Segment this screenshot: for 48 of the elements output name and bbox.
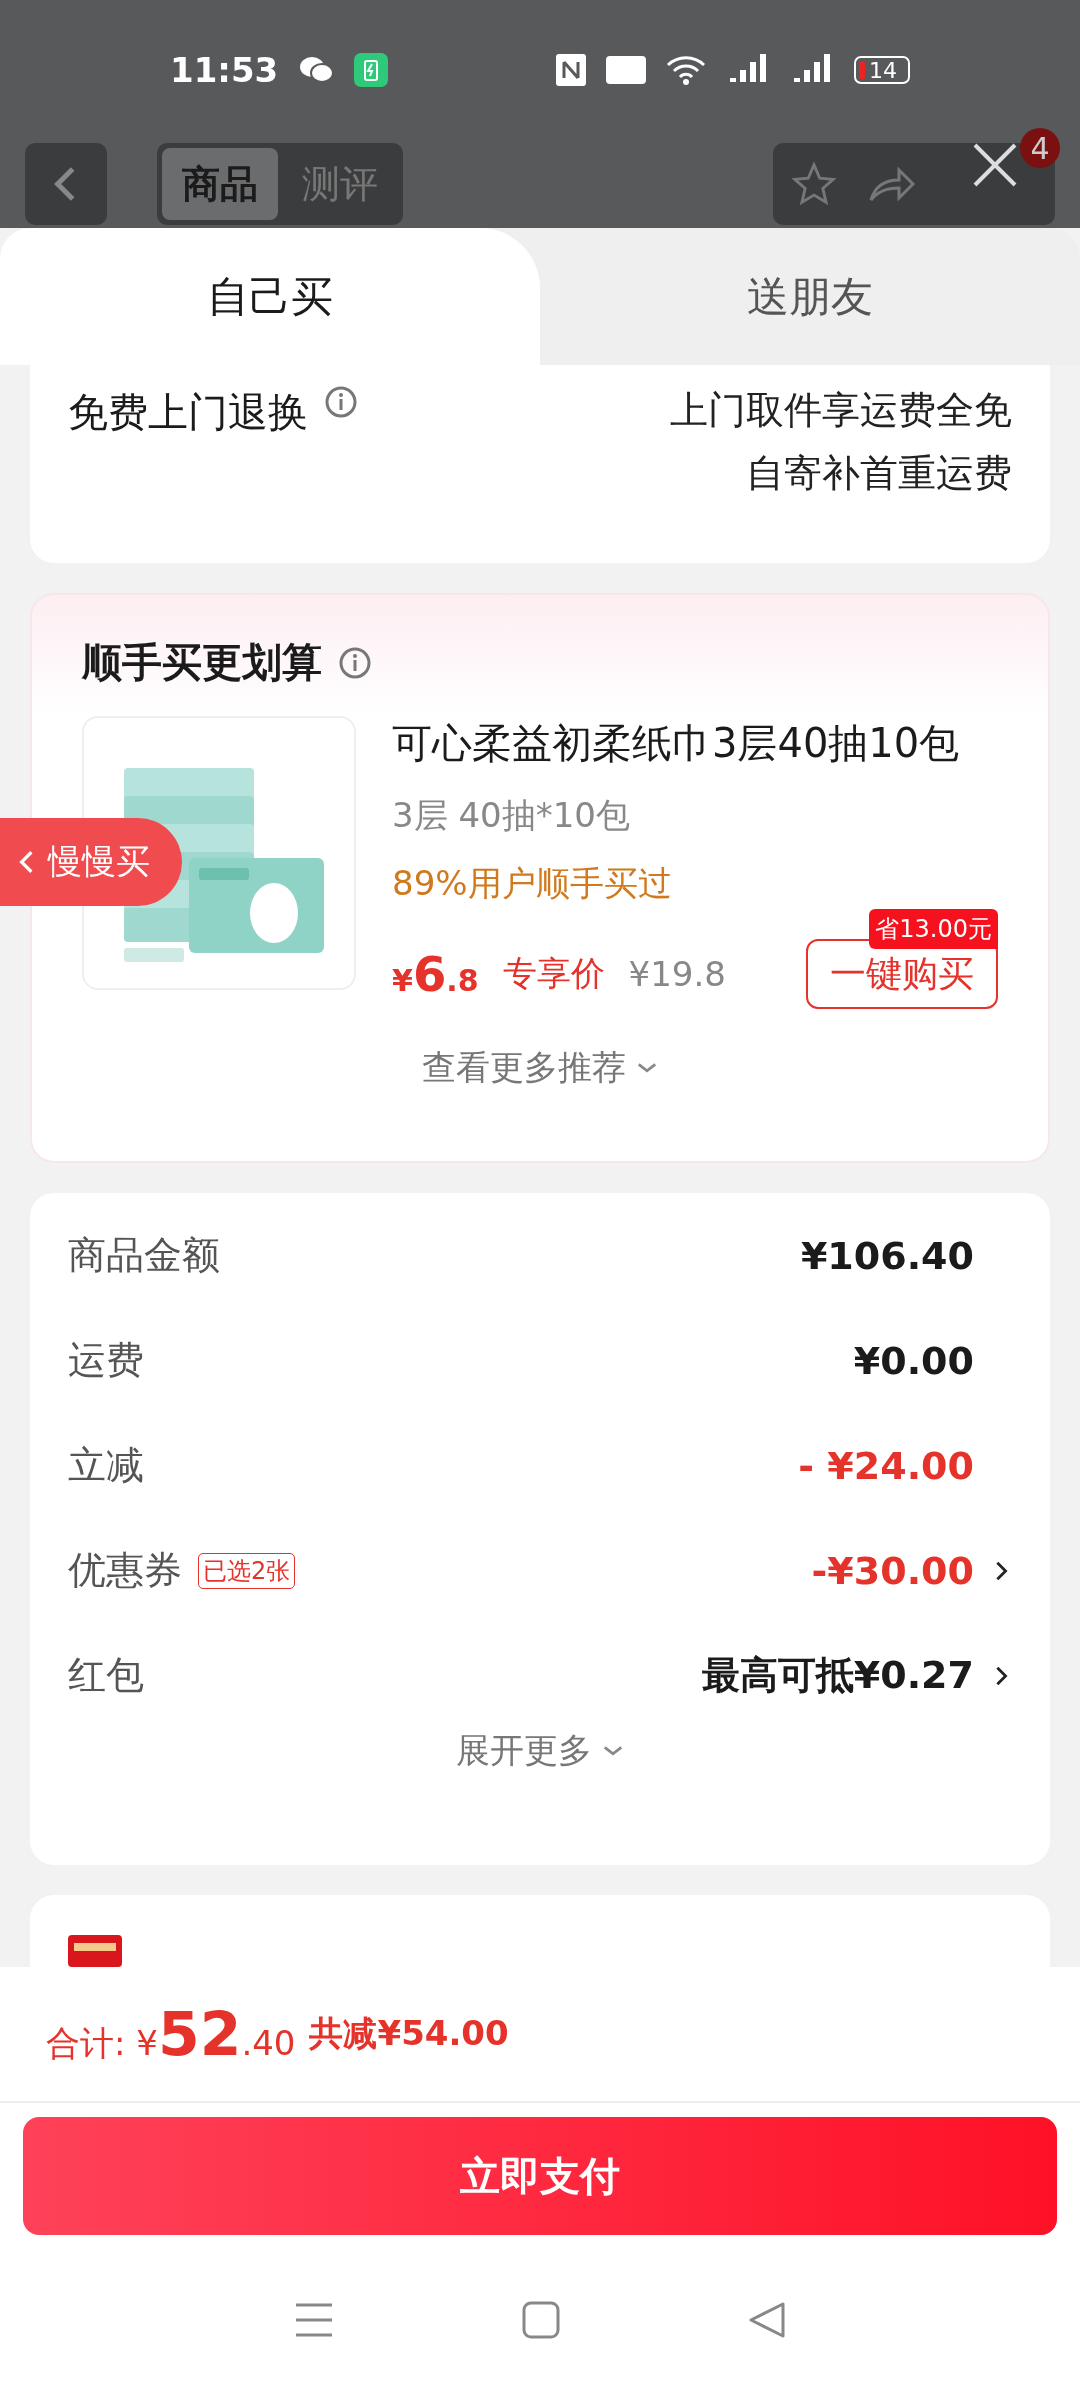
wifi-icon xyxy=(666,55,706,85)
product-name[interactable]: 可心柔益初柔纸巾3层40抽10包 xyxy=(392,716,998,771)
buy-button[interactable]: 一键购买 xyxy=(806,939,998,1009)
home-icon[interactable] xyxy=(522,2301,560,2339)
back-icon[interactable] xyxy=(748,2301,786,2339)
battery-indicator: 14 xyxy=(854,56,910,84)
total-savings: 共减¥54.00 xyxy=(309,2012,509,2055)
return-service-title: 免费上门退换 xyxy=(68,388,308,437)
summary-value: - ¥24.00 xyxy=(798,1443,974,1488)
original-price: ¥19.8 xyxy=(628,954,726,994)
summary-label: 运费 xyxy=(68,1337,144,1384)
card-icon xyxy=(68,1935,122,1967)
status-time: 11:53 xyxy=(170,50,279,90)
summary-value[interactable]: -¥30.00 xyxy=(811,1548,974,1593)
summary-label: 商品金额 xyxy=(68,1232,220,1279)
product-price: ¥6.8 xyxy=(392,946,479,1002)
price-tracker-label: 慢慢买 xyxy=(48,840,150,883)
summary-label: 优惠券 xyxy=(68,1547,182,1594)
info-icon[interactable] xyxy=(338,645,372,680)
charging-icon xyxy=(354,53,389,87)
share-icon[interactable] xyxy=(867,164,917,204)
nfc-icon xyxy=(556,54,586,86)
savings-tag: 省13.00元 xyxy=(869,909,998,949)
pay-button[interactable]: 立即支付 xyxy=(23,2117,1057,2235)
coupon-tag: 已选2张 xyxy=(198,1552,296,1589)
price-tracker-tab[interactable]: 慢慢买 xyxy=(0,818,182,906)
product-spec: 3层 40抽*10包 xyxy=(392,794,631,837)
purchase-tab[interactable]: 自己买 xyxy=(0,228,540,365)
header-tab[interactable]: 商品 xyxy=(162,148,278,220)
return-service-note: 上门取件享运费全免 xyxy=(670,387,1012,434)
summary-label: 立减 xyxy=(68,1442,144,1489)
order-total: 合计: ¥52.40 xyxy=(46,1999,296,2069)
header-tab[interactable]: 测评 xyxy=(282,148,398,220)
summary-value: ¥106.40 xyxy=(800,1233,974,1278)
bundle-title: 顺手买更划算 xyxy=(82,638,322,687)
back-button[interactable] xyxy=(25,143,107,225)
info-icon[interactable] xyxy=(324,385,358,419)
summary-label: 红包 xyxy=(68,1652,144,1699)
return-service-note: 自寄补首重运费 xyxy=(746,450,1012,497)
more-recommendations-link[interactable]: 查看更多推荐 xyxy=(422,1045,626,1091)
summary-value[interactable]: 最高可抵¥0.27 xyxy=(701,1650,974,1701)
menu-icon[interactable] xyxy=(294,2302,334,2338)
purchase-rate: 89%用户顺手买过 xyxy=(392,862,673,905)
star-icon[interactable] xyxy=(791,161,837,207)
price-label: 专享价 xyxy=(502,952,605,995)
summary-value: ¥0.00 xyxy=(853,1338,974,1383)
notification-badge: 4 xyxy=(1020,128,1060,168)
expand-more-link[interactable]: 展开更多 xyxy=(456,1728,592,1774)
